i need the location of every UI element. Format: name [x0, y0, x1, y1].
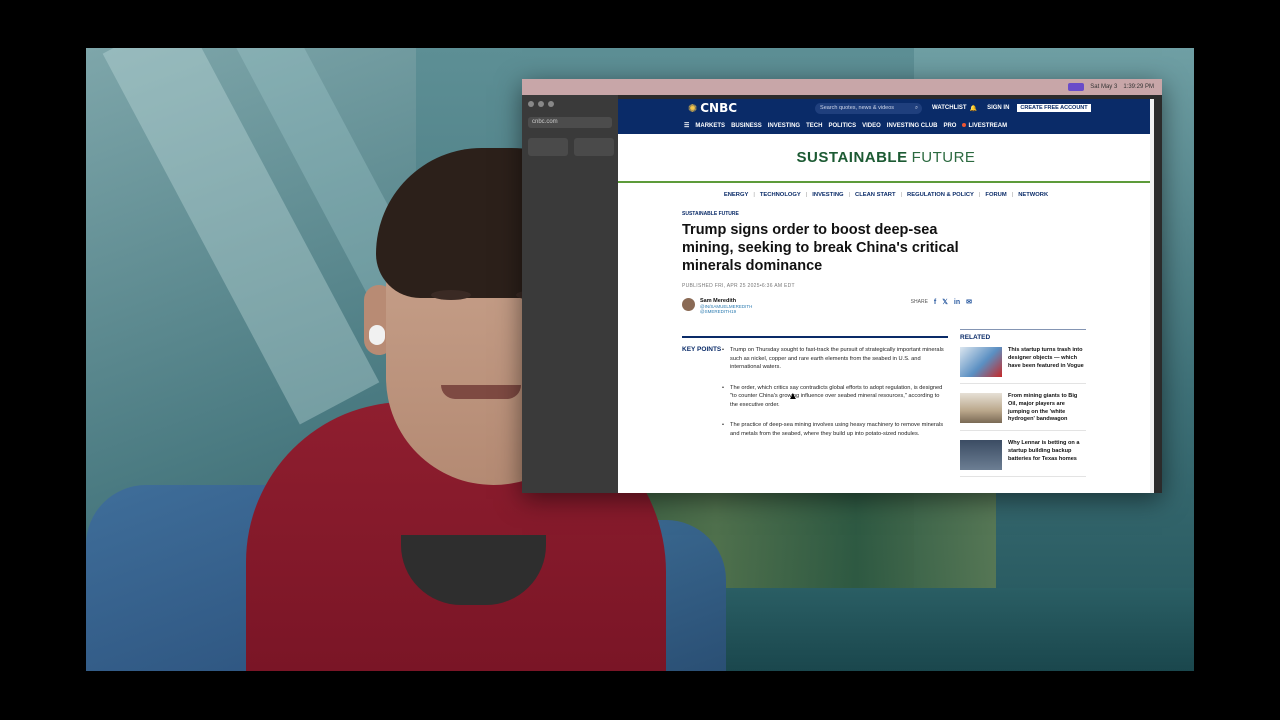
- eye: [431, 290, 471, 300]
- minimize-button[interactable]: [538, 101, 544, 107]
- key-point: The order, which critics say contradicts…: [722, 384, 948, 410]
- section-brand[interactable]: SUSTAINABLE FUTURE: [618, 134, 1154, 181]
- menubar-time: 1:39:29 PM: [1123, 84, 1154, 90]
- nav-pro[interactable]: PRO: [943, 123, 956, 129]
- x-icon[interactable]: 𝕏: [942, 298, 948, 306]
- linkedin-icon[interactable]: in: [954, 299, 960, 306]
- publish-date: PUBLISHED FRI, APR 25 2025•6:36 AM EDT: [682, 283, 795, 289]
- key-points-list: Trump on Thursday sought to fast-track t…: [722, 346, 948, 450]
- subnav-energy[interactable]: ENERGY: [724, 192, 748, 198]
- email-icon[interactable]: ✉: [966, 298, 972, 306]
- key-points: KEY POINTS Trump on Thursday sought to f…: [682, 346, 972, 450]
- subnav-investing[interactable]: INVESTING: [812, 192, 843, 198]
- bell-icon[interactable]: 🔔: [970, 105, 977, 112]
- nav-video[interactable]: VIDEO: [862, 123, 881, 129]
- separator: |: [1011, 192, 1014, 198]
- menubar-date: Sat May 3: [1090, 84, 1118, 90]
- pinned-tab[interactable]: [574, 138, 614, 156]
- related-item[interactable]: From mining giants to Big Oil, major pla…: [960, 393, 1086, 432]
- article-headline: Trump signs order to boost deep-sea mini…: [682, 222, 959, 274]
- url-bar[interactable]: cnbc.com: [528, 117, 612, 128]
- nav-tech[interactable]: TECH: [806, 123, 822, 129]
- separator: |: [978, 192, 981, 198]
- subnav-regulation[interactable]: REGULATION & POLICY: [907, 192, 974, 198]
- mouth: [441, 385, 521, 399]
- related-headline[interactable]: This startup turns trash into designer o…: [1008, 347, 1086, 377]
- cnbc-logo[interactable]: ✺ CNBC: [688, 101, 737, 115]
- subnav-network[interactable]: NETWORK: [1018, 192, 1048, 198]
- related-thumbnail[interactable]: [960, 347, 1002, 377]
- zoom-button[interactable]: [548, 101, 554, 107]
- separator: |: [805, 192, 808, 198]
- separator: |: [753, 192, 755, 198]
- key-point: The practice of deep-sea mining involves…: [722, 421, 948, 438]
- separator: |: [848, 192, 851, 198]
- article: SUSTAINABLE FUTURE Trump signs order to …: [682, 211, 972, 450]
- live-dot-icon: [962, 122, 967, 127]
- cnbc-main-nav: ☰ MARKETS BUSINESS INVESTING TECH POLITI…: [618, 117, 1154, 134]
- sign-in-link[interactable]: SIGN IN: [987, 105, 1009, 111]
- byline: Sam Meredith @IN/SAMUELMEREDITH @SMEREDI…: [682, 298, 972, 322]
- cnbc-header: ✺ CNBC Search quotes, news & videos ⌕ WATC…: [618, 99, 1154, 117]
- earbud: [369, 325, 385, 345]
- related-item[interactable]: This startup turns trash into designer o…: [960, 347, 1086, 384]
- create-account-button[interactable]: CREATE FREE ACCOUNT: [1017, 104, 1091, 112]
- author-avatar[interactable]: [682, 298, 695, 311]
- nav-politics[interactable]: POLITICS: [828, 123, 856, 129]
- key-points-label: KEY POINTS: [682, 346, 722, 353]
- mouse-cursor-icon: ▲: [788, 391, 798, 402]
- nav-livestream[interactable]: LIVESTREAM: [962, 122, 1007, 129]
- search-icon[interactable]: ⌕: [915, 103, 918, 114]
- related-rule: [960, 329, 1086, 330]
- subnav-clean-start[interactable]: CLEAN START: [855, 192, 895, 198]
- key-point: Trump on Thursday sought to fast-track t…: [722, 346, 948, 372]
- peacock-icon: ✺: [688, 101, 698, 115]
- related-item[interactable]: Why Lennar is betting on a startup build…: [960, 440, 1086, 478]
- mac-menubar: Sat May 3 1:39:29 PM: [522, 79, 1162, 95]
- menu-icon[interactable]: ☰: [684, 122, 689, 129]
- browser-content: ✺ CNBC Search quotes, news & videos ⌕ WATC…: [618, 99, 1154, 493]
- search-input[interactable]: Search quotes, news & videos ⌕: [815, 102, 923, 114]
- subnav-forum[interactable]: FORUM: [985, 192, 1006, 198]
- nav-markets[interactable]: MARKETS: [695, 123, 725, 129]
- window-controls: [522, 95, 618, 113]
- related-headline[interactable]: Why Lennar is betting on a startup build…: [1008, 440, 1086, 470]
- watchlist-link[interactable]: WATCHLIST: [932, 105, 967, 111]
- facebook-icon[interactable]: f: [934, 299, 936, 306]
- nav-investing[interactable]: INVESTING: [768, 123, 800, 129]
- nav-business[interactable]: BUSINESS: [731, 123, 762, 129]
- pinned-tab[interactable]: [528, 138, 568, 156]
- scrollbar[interactable]: [1150, 99, 1154, 493]
- section-subnav: ENERGY | TECHNOLOGY | INVESTING | CLEAN STA…: [618, 183, 1154, 207]
- author-twitter[interactable]: @SMEREDITH19: [700, 309, 752, 314]
- related-headline[interactable]: From mining giants to Big Oil, major pla…: [1008, 393, 1086, 424]
- share-bar: SHARE f 𝕏 in ✉: [910, 298, 972, 307]
- share-label: SHARE: [910, 299, 928, 305]
- key-points-rule: [682, 336, 948, 338]
- related-panel: RELATED This startup turns trash into de…: [960, 329, 1086, 486]
- nav-investing-club[interactable]: INVESTING CLUB: [887, 123, 938, 129]
- laptop-screen: Sat May 3 1:39:29 PM cnbc.com ✺ CNBC Sear…: [522, 79, 1162, 493]
- related-thumbnail[interactable]: [960, 393, 1002, 423]
- related-thumbnail[interactable]: [960, 440, 1002, 471]
- browser-sidebar: cnbc.com: [522, 95, 618, 493]
- keyboard-icon[interactable]: [1068, 83, 1085, 91]
- close-button[interactable]: [528, 101, 534, 107]
- related-title: RELATED: [960, 334, 991, 341]
- separator: |: [900, 192, 903, 198]
- article-eyebrow[interactable]: SUSTAINABLE FUTURE: [682, 211, 972, 217]
- subnav-technology[interactable]: TECHNOLOGY: [760, 192, 801, 198]
